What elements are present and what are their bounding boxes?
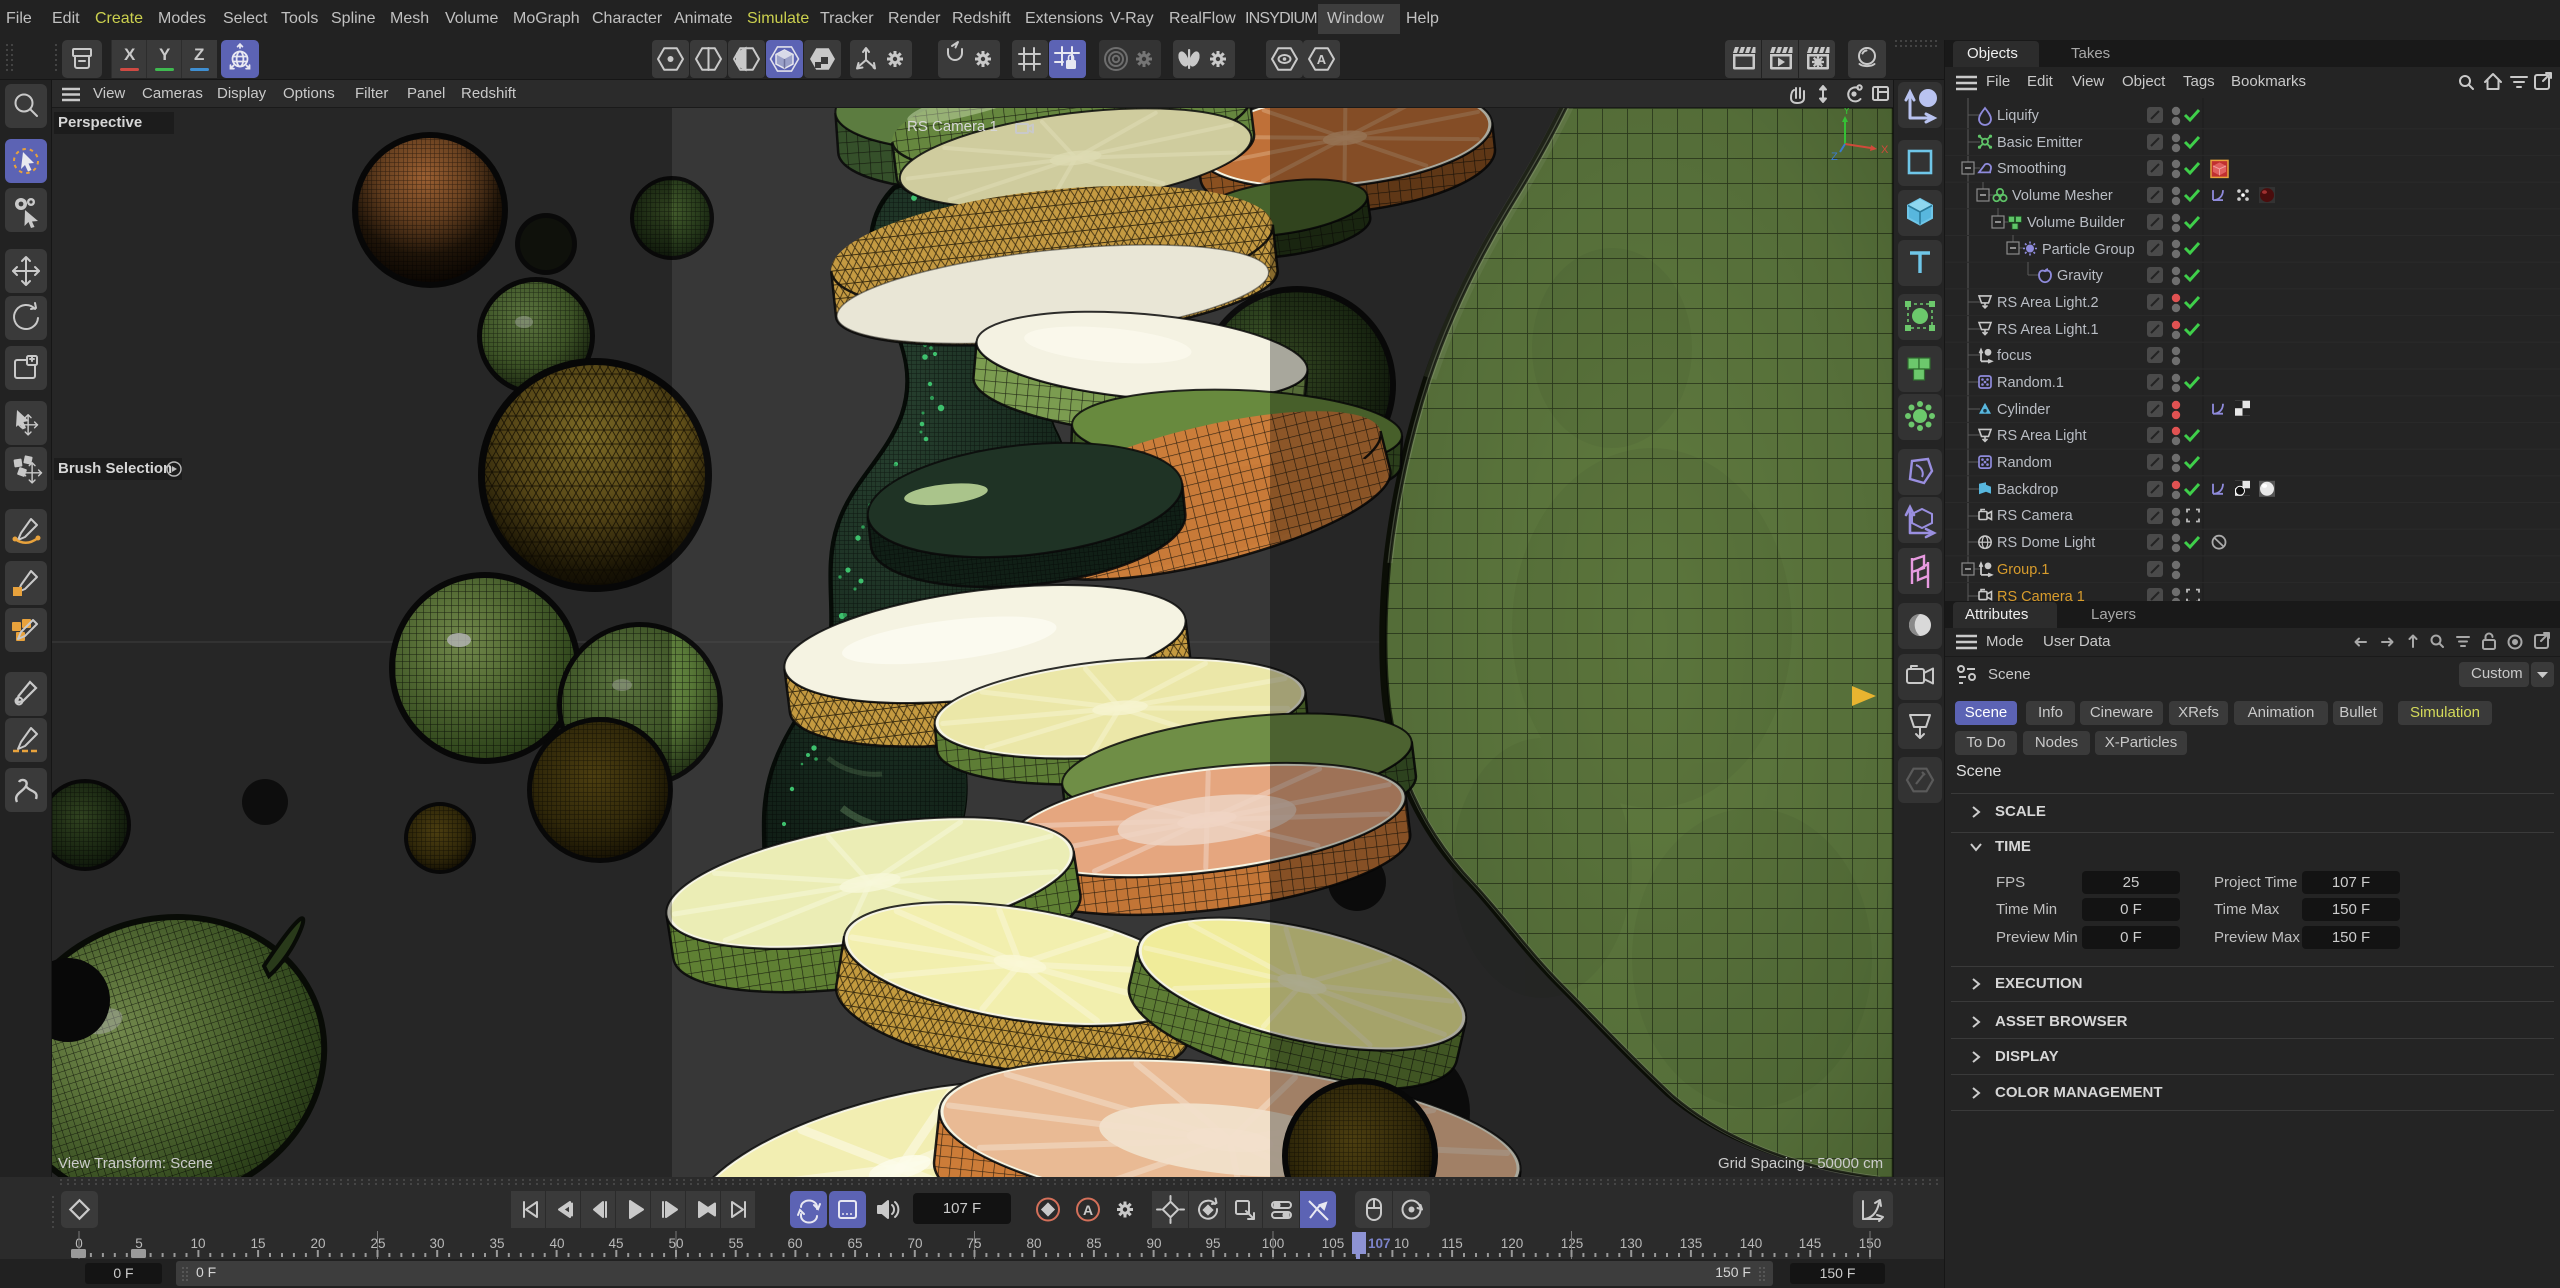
svg-text:30: 30 [429, 1236, 444, 1251]
svg-text:Gravity: Gravity [2057, 268, 2104, 284]
svg-text:RS Area Light: RS Area Light [1997, 428, 2086, 444]
svg-text:95: 95 [1205, 1236, 1220, 1251]
svg-text:Z: Z [1831, 151, 1838, 163]
svg-text:Random: Random [1997, 455, 2052, 471]
svg-text:105: 105 [1322, 1236, 1345, 1251]
svg-text:RS Area Light.2: RS Area Light.2 [1997, 295, 2099, 311]
svg-text:35: 35 [489, 1236, 504, 1251]
svg-text:120: 120 [1501, 1236, 1524, 1251]
svg-text:80: 80 [1026, 1236, 1041, 1251]
svg-text:Particle Group: Particle Group [2042, 242, 2135, 258]
svg-text:90: 90 [1146, 1236, 1161, 1251]
svg-text:Backdrop: Backdrop [1997, 482, 2058, 498]
svg-text:Liquify: Liquify [1997, 108, 2040, 124]
svg-text:Volume Builder: Volume Builder [2027, 215, 2125, 231]
svg-text:115: 115 [1441, 1236, 1463, 1251]
svg-text:X: X [1881, 144, 1889, 156]
svg-text:5: 5 [135, 1236, 143, 1251]
svg-text:Volume Mesher: Volume Mesher [2012, 188, 2113, 204]
svg-text:40: 40 [549, 1236, 564, 1251]
svg-text:107: 107 [1368, 1236, 1391, 1251]
svg-text:Y: Y [1843, 108, 1851, 117]
svg-text:145: 145 [1799, 1236, 1822, 1251]
svg-text:15: 15 [250, 1236, 265, 1251]
svg-text:20: 20 [310, 1236, 325, 1251]
svg-text:10: 10 [1394, 1236, 1409, 1251]
svg-text:85: 85 [1086, 1236, 1101, 1251]
svg-text:60: 60 [787, 1236, 802, 1251]
svg-text:RS Dome Light: RS Dome Light [1997, 535, 2095, 551]
svg-text:Smoothing: Smoothing [1997, 161, 2066, 177]
svg-text:Cylinder: Cylinder [1997, 402, 2050, 418]
svg-text:Random.1: Random.1 [1997, 375, 2064, 391]
svg-text:140: 140 [1740, 1236, 1763, 1251]
svg-text:70: 70 [907, 1236, 922, 1251]
svg-text:RS Camera 1: RS Camera 1 [1997, 589, 2085, 601]
svg-text:135: 135 [1680, 1236, 1703, 1251]
svg-text:focus: focus [1997, 348, 2032, 364]
svg-text:45: 45 [608, 1236, 623, 1251]
svg-text:RS Camera: RS Camera [1997, 508, 2074, 524]
svg-text:130: 130 [1620, 1236, 1643, 1251]
svg-text:Basic Emitter: Basic Emitter [1997, 135, 2083, 151]
svg-text:55: 55 [728, 1236, 743, 1251]
svg-text:RS Area Light.1: RS Area Light.1 [1997, 322, 2099, 338]
svg-text:10: 10 [190, 1236, 205, 1251]
svg-text:Group.1: Group.1 [1997, 562, 2049, 578]
svg-text:A: A [1317, 52, 1327, 67]
svg-text:65: 65 [847, 1236, 862, 1251]
svg-text:A: A [1083, 1202, 1093, 1218]
